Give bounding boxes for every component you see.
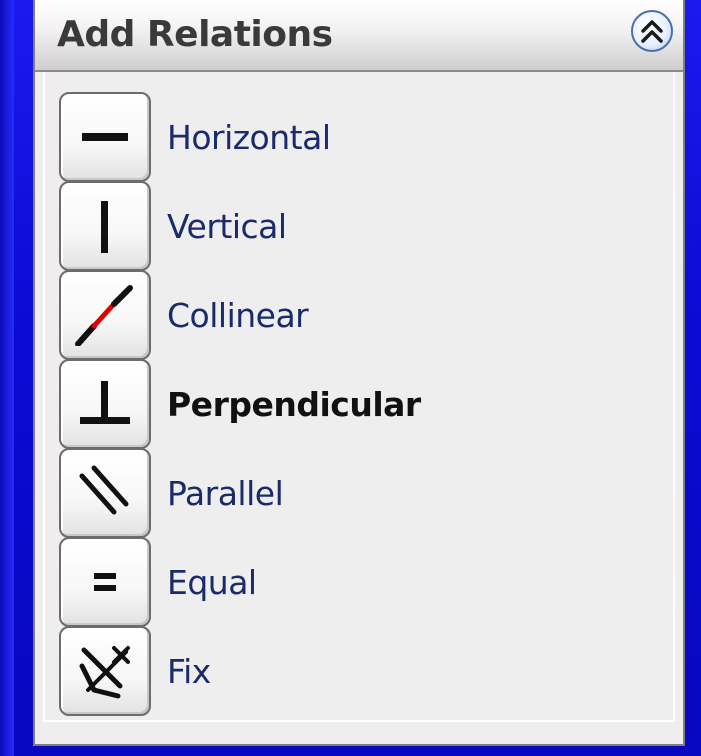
relation-label: Equal	[167, 563, 257, 602]
relation-fix[interactable]: Fix	[57, 626, 657, 716]
panel-header: Add Relations	[35, 0, 683, 72]
equal-button[interactable]	[59, 537, 151, 627]
perpendicular-icon	[80, 381, 130, 424]
collinear-icon	[75, 285, 133, 346]
relation-perpendicular[interactable]: Perpendicular	[57, 359, 657, 449]
double-chevron-up-icon	[641, 20, 663, 43]
relation-horizontal[interactable]: Horizontal	[57, 92, 657, 182]
parallel-icon	[79, 465, 129, 515]
relation-vertical[interactable]: Vertical	[57, 181, 657, 271]
parallel-button[interactable]	[59, 448, 151, 538]
relation-equal[interactable]: Equal	[57, 537, 657, 627]
relations-list: Horizontal Vertical Collinear Perpendicu…	[57, 92, 657, 716]
relation-label: Horizontal	[167, 118, 331, 157]
panel-body: Horizontal Vertical Collinear Perpendicu…	[35, 72, 683, 742]
collapse-button[interactable]	[631, 10, 673, 52]
relation-parallel[interactable]: Parallel	[57, 448, 657, 538]
equal-icon	[94, 573, 116, 591]
horizontal-line-icon	[82, 133, 128, 141]
horizontal-button[interactable]	[59, 92, 151, 182]
fix-button[interactable]	[59, 626, 151, 716]
fix-anchor-icon	[79, 646, 130, 699]
vertical-line-icon	[101, 201, 108, 253]
panel-title: Add Relations	[57, 14, 333, 55]
relation-collinear[interactable]: Collinear	[57, 270, 657, 360]
perpendicular-button[interactable]	[59, 359, 151, 449]
collinear-button[interactable]	[59, 270, 151, 360]
background-stripe	[0, 0, 14, 756]
relation-label: Fix	[167, 652, 211, 691]
add-relations-panel: Add Relations Horizontal Vertical Collin…	[33, 0, 685, 746]
relation-label: Perpendicular	[167, 385, 421, 424]
vertical-button[interactable]	[59, 181, 151, 271]
relation-label: Collinear	[167, 296, 309, 335]
relation-label: Vertical	[167, 207, 287, 246]
relation-label: Parallel	[167, 474, 284, 513]
